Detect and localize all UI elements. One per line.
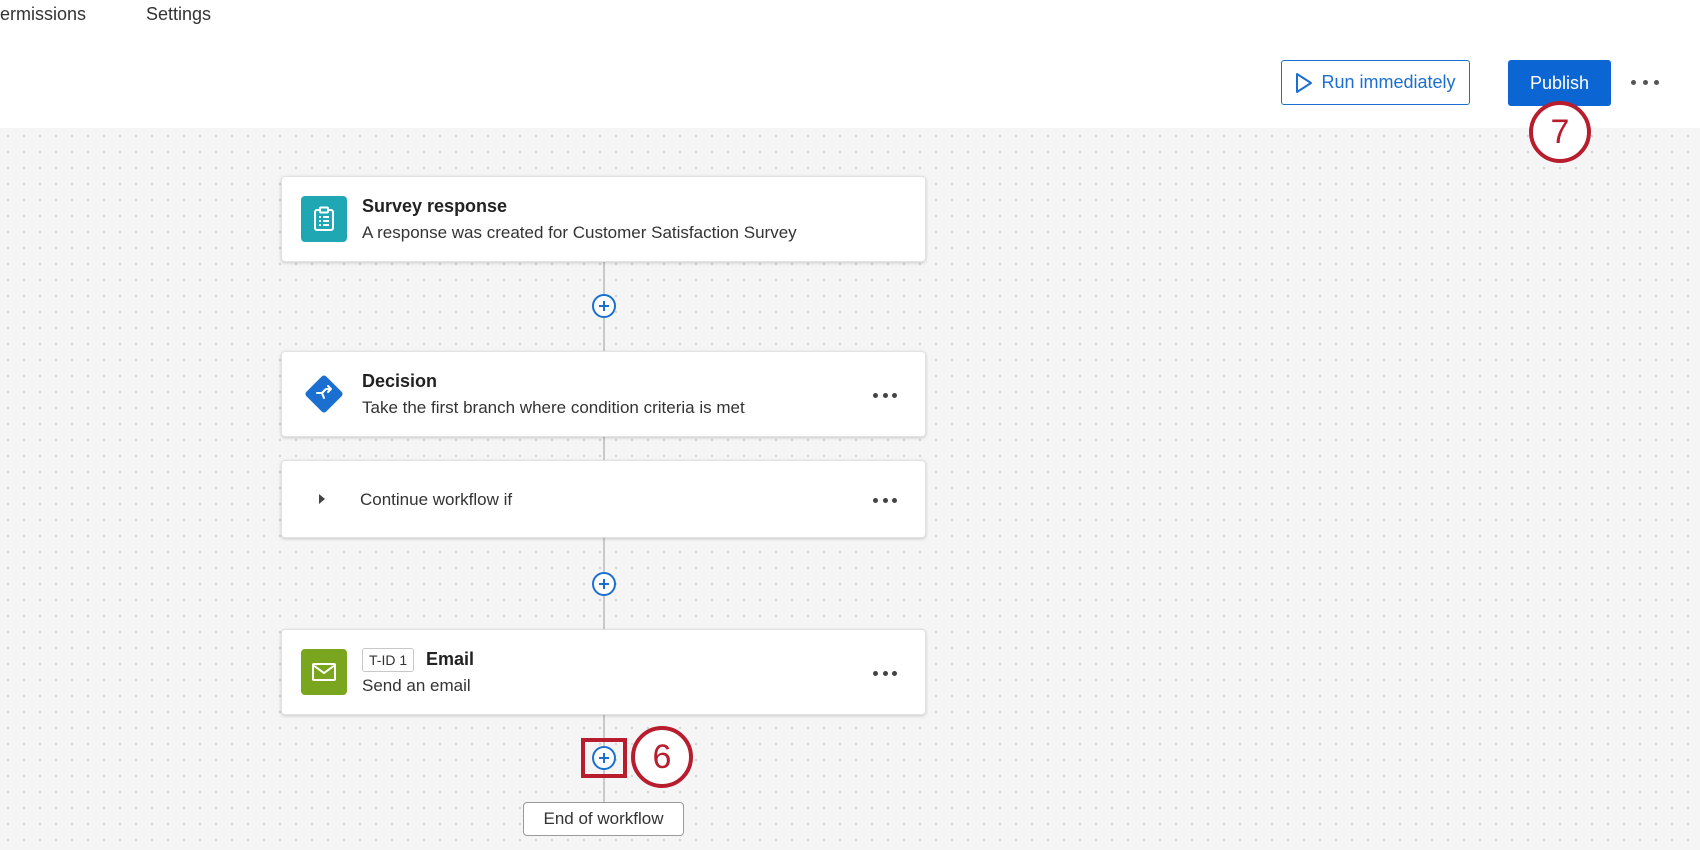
- highlight-box: [581, 738, 627, 778]
- decision-more-icon[interactable]: [873, 388, 897, 402]
- step-callout-7: 7: [1529, 101, 1591, 163]
- publish-label: Publish: [1529, 72, 1590, 93]
- email-title: Email: [426, 649, 475, 669]
- envelope-icon: [301, 649, 347, 695]
- branch-label: Continue workflow if: [360, 490, 513, 509]
- step-callout-6: 6: [631, 726, 693, 788]
- clipboard-icon: [301, 196, 347, 242]
- publish-button[interactable]: Publish: [1508, 60, 1611, 106]
- decision-icon: [301, 371, 347, 417]
- run-immediately-label: Run immediately: [1321, 72, 1456, 92]
- top-tab-bar: ermissions Settings: [0, 0, 1700, 41]
- plus-icon: [599, 301, 609, 311]
- plus-icon: [599, 579, 609, 589]
- trigger-subtitle: A response was created for Customer Sati…: [362, 223, 797, 242]
- trigger-title: Survey response: [362, 196, 508, 216]
- caret-right-icon[interactable]: [318, 493, 326, 505]
- email-subtitle: Send an email: [362, 676, 471, 695]
- add-step-button[interactable]: [592, 572, 616, 596]
- trigger-card[interactable]: Survey response A response was created f…: [281, 176, 926, 262]
- add-step-button[interactable]: [592, 294, 616, 318]
- end-of-workflow-label: End of workflow: [523, 802, 684, 836]
- email-task-card[interactable]: T-ID 1 Email Send an email: [281, 629, 926, 715]
- decision-title: Decision: [362, 371, 438, 391]
- decision-card[interactable]: Decision Take the first branch where con…: [281, 351, 926, 437]
- email-more-icon[interactable]: [873, 666, 897, 680]
- run-immediately-button[interactable]: Run immediately: [1281, 60, 1470, 105]
- tab-settings[interactable]: Settings: [146, 4, 211, 25]
- connector-line: [603, 436, 605, 460]
- play-icon: [1296, 72, 1313, 93]
- decision-subtitle: Take the first branch where condition cr…: [362, 398, 745, 417]
- more-options-icon[interactable]: [1631, 72, 1659, 92]
- branch-more-icon[interactable]: [873, 493, 897, 507]
- branch-card[interactable]: Continue workflow if: [281, 460, 926, 538]
- tab-permissions[interactable]: ermissions: [0, 4, 86, 25]
- task-id-badge: T-ID 1: [362, 648, 415, 672]
